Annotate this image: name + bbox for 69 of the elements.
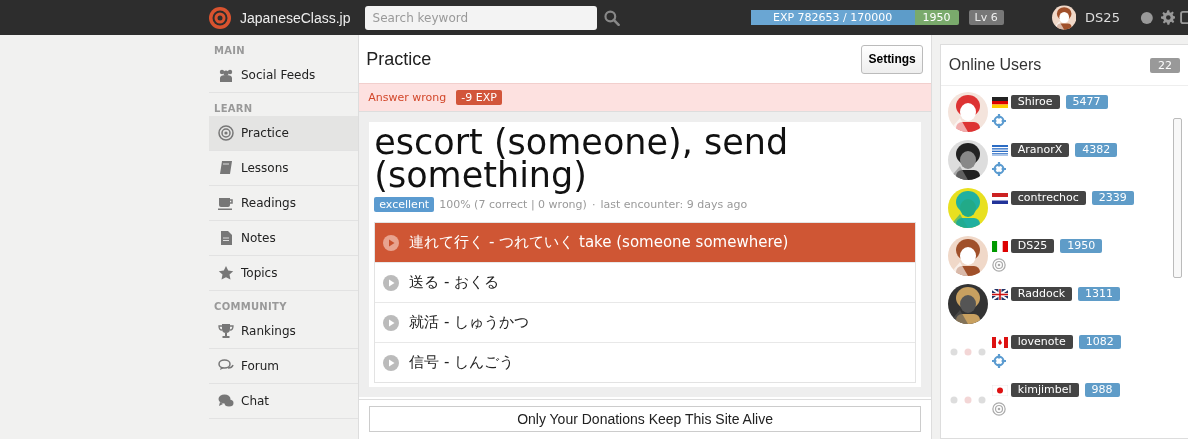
crosshair-icon [991,162,1006,176]
separator-dot: · [591,198,596,211]
status-dot-icon[interactable] [1139,10,1154,25]
scrollbar[interactable] [1172,118,1182,278]
exp-text: EXP 782653 / 170000 [772,11,893,24]
target-icon [991,258,1006,272]
user-name[interactable]: Raddock [1010,287,1073,301]
score-badge: 1950 [1060,239,1103,253]
grade-badge: excellent [374,197,435,212]
section-heading: LEARN [213,102,254,116]
section-heading: MAIN [213,44,246,58]
user-name[interactable]: DS25 [1010,239,1055,253]
flag-icon [991,240,1008,252]
flag-icon [991,288,1008,300]
level-badge: Lv 6 [968,10,1004,25]
alert-message: Answer wrong [368,91,447,104]
score-badge: 1311 [1078,287,1121,301]
target-icon [218,125,234,141]
play-icon [383,354,400,371]
last-encounter-text: last encounter: 9 days ago [600,198,748,211]
question-text: escort (someone), send (something) [374,126,790,192]
panel-icon[interactable] [1180,10,1188,25]
target-icon [991,402,1006,416]
site-name[interactable]: JapaneseClass.jp [240,9,351,26]
page-title: Practice [366,48,432,70]
panel-title: Online Users [948,56,1042,74]
flag-icon [991,96,1008,108]
crosshair-icon [991,354,1006,368]
search-icon[interactable] [604,9,620,26]
user-name[interactable]: lovenote [1010,335,1073,349]
cup-icon [218,195,234,211]
flag-icon [991,144,1008,156]
user-name[interactable]: DS25 [1085,10,1120,25]
section-heading: COMMUNITY [213,300,288,314]
answer-option[interactable]: 就活 - しゅうかつ [375,302,915,342]
play-icon [383,234,400,251]
user-name[interactable]: AranorX [1010,143,1070,157]
answer-option[interactable]: 送る - おくる [375,262,915,302]
user-name[interactable]: Shiroe [1010,95,1060,109]
user-count-badge: 22 [1150,57,1180,73]
flag-icon [991,336,1008,348]
exp-penalty-badge: -9 EXP [456,90,502,105]
crosshair-icon [991,114,1006,128]
settings-button[interactable]: Settings [861,44,923,74]
target-logo-icon [208,5,232,30]
answer-option[interactable]: 信号 - しんごう [375,342,915,382]
file-icon [218,230,234,246]
star-icon [218,265,234,281]
score-badge: 2339 [1091,191,1134,205]
score-badge: 5477 [1065,95,1108,109]
donation-banner[interactable]: Only Your Donations Keep This Site Alive [369,406,921,432]
exp-points: 1950 [914,10,959,25]
flag-icon [991,384,1008,396]
play-icon [383,314,400,331]
search-field[interactable]: Search keyword [364,5,597,30]
user-name[interactable]: kimjimbel [1010,383,1079,397]
settings-icon[interactable] [1160,10,1176,25]
flag-icon [991,192,1008,204]
play-icon [383,274,400,291]
score-badge: 1082 [1078,335,1121,349]
answer-option[interactable]: 連れて行く - つれていく take (someone somewhere) [375,223,915,262]
stats-text: 100% (7 correct | 0 wrong) [439,198,587,211]
book-icon [218,160,234,176]
score-badge: 988 [1084,383,1120,397]
trophy-icon [218,323,234,339]
score-badge: 4382 [1075,143,1118,157]
nav-item[interactable]: Practice [209,116,359,151]
chat-icon [218,393,234,409]
user-name[interactable]: contrechoc [1010,191,1086,205]
